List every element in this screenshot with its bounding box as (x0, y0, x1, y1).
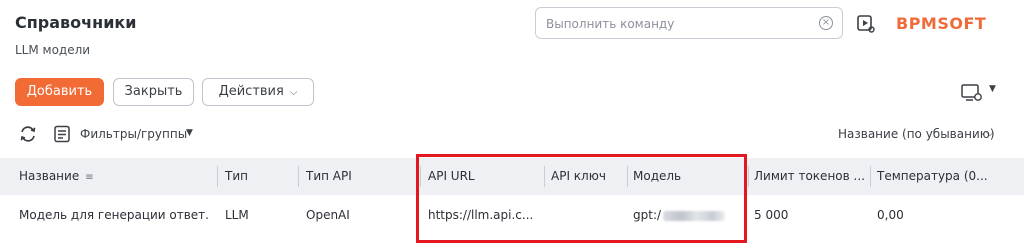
column-divider[interactable] (870, 166, 871, 187)
column-header-type[interactable]: Тип (225, 158, 293, 195)
page-subtitle: LLM модели (15, 43, 91, 57)
view-caret-icon[interactable]: ▼ (989, 84, 996, 94)
add-button[interactable]: Добавить (15, 78, 104, 106)
column-header-token-limit[interactable]: Лимит токенов ... (754, 158, 864, 195)
chevron-down-icon[interactable]: ⌵ (986, 128, 994, 139)
filter-icon[interactable] (53, 125, 71, 143)
brand-logo: BPMSOFT (896, 14, 987, 33)
filters-caret-icon[interactable]: ▼ (186, 128, 193, 138)
filters-groups-button[interactable]: Фильтры/группы (80, 127, 187, 141)
clear-icon[interactable]: × (819, 16, 833, 30)
close-button[interactable]: Закрыть (113, 78, 194, 106)
view-settings-icon[interactable] (961, 84, 983, 102)
sort-icon[interactable]: ≡ (85, 159, 93, 195)
play-icon[interactable] (856, 14, 876, 34)
command-input[interactable] (544, 14, 808, 34)
sort-order-button[interactable]: Название (по убыванию) (838, 127, 995, 141)
cell-type: LLM (225, 208, 249, 222)
cell-api-type: OpenAI (306, 208, 350, 222)
column-divider[interactable] (298, 166, 299, 187)
highlight-box (416, 154, 747, 243)
column-divider[interactable] (217, 166, 218, 187)
actions-label: Действия (218, 84, 284, 99)
column-divider[interactable] (748, 166, 749, 187)
actions-button[interactable]: Действия ⌵ (202, 78, 314, 106)
page-title: Справочники (15, 13, 137, 32)
refresh-icon[interactable] (18, 124, 38, 144)
cell-name: Модель для генерации ответ... (19, 208, 209, 222)
column-header-api-type[interactable]: Тип API (306, 158, 414, 195)
column-header-name[interactable]: Название ≡ (19, 158, 209, 195)
column-label: Название (19, 169, 80, 183)
column-header-temperature[interactable]: Температура (0... (877, 158, 997, 195)
cell-temperature: 0,00 (877, 208, 904, 222)
cell-token-limit: 5 000 (754, 208, 789, 222)
command-box[interactable]: × (535, 7, 843, 39)
chevron-down-icon: ⌵ (289, 87, 298, 98)
